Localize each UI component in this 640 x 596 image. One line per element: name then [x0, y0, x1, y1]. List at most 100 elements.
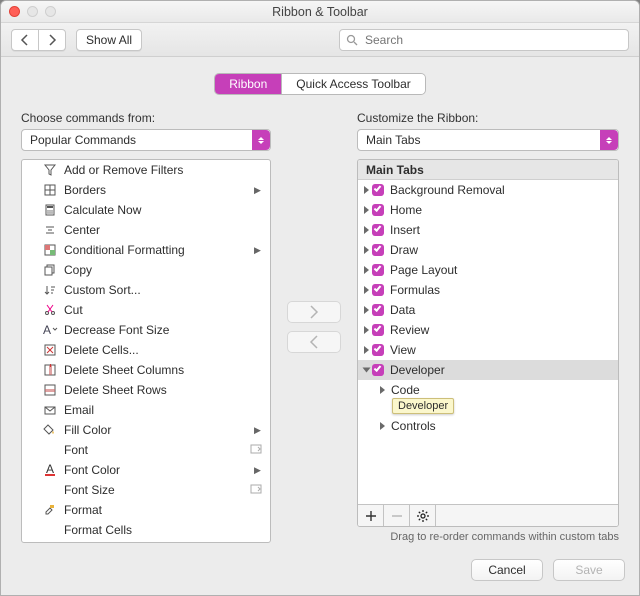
close-window-button[interactable]	[9, 6, 20, 17]
command-label: Format Cells	[64, 523, 270, 537]
tab-visible-checkbox[interactable]	[372, 204, 384, 216]
disclosure-triangle-icon[interactable]	[364, 206, 369, 214]
back-button[interactable]	[11, 29, 39, 51]
command-item[interactable]: Delete Sheet Columns	[22, 360, 270, 380]
tab-visible-checkbox[interactable]	[372, 364, 384, 376]
forward-button[interactable]	[39, 29, 66, 51]
ribbon-tab-label: Formulas	[390, 283, 440, 297]
disclosure-triangle-icon[interactable]	[380, 422, 385, 430]
disclosure-triangle-icon[interactable]	[364, 186, 369, 194]
window-title: Ribbon & Toolbar	[272, 5, 368, 19]
tab-visible-checkbox[interactable]	[372, 324, 384, 336]
tab-quick-access-toolbar[interactable]: Quick Access Toolbar	[281, 74, 425, 94]
ribbon-tab-item[interactable]: Insert	[358, 220, 618, 240]
ribbon-tab-item[interactable]: Home	[358, 200, 618, 220]
save-button[interactable]: Save	[553, 559, 625, 581]
svg-text:A: A	[46, 462, 54, 476]
ribbon-tab-label: Review	[390, 323, 429, 337]
ribbon-tab-item[interactable]: Background Removal	[358, 180, 618, 200]
disclosure-triangle-icon[interactable]	[380, 386, 385, 394]
command-item[interactable]: Conditional Formatting▶	[22, 240, 270, 260]
tab-visible-checkbox[interactable]	[372, 184, 384, 196]
command-label: Format	[64, 503, 270, 517]
ribbon-tree[interactable]: Main Tabs Background RemovalHomeInsertDr…	[357, 159, 619, 527]
ribbon-group-item[interactable]: CodeDeveloper	[358, 380, 618, 400]
command-item[interactable]: Fill Color▶	[22, 420, 270, 440]
remove-tab-button[interactable]	[384, 505, 410, 526]
search-input[interactable]	[363, 32, 622, 48]
segmented-control: Ribbon Quick Access Toolbar	[214, 73, 426, 95]
ribbon-scope-select[interactable]: Main Tabs	[357, 129, 619, 151]
ribbon-tab-item[interactable]: Data	[358, 300, 618, 320]
ribbon-tab-label: Developer	[390, 363, 445, 377]
disclosure-triangle-icon[interactable]	[364, 226, 369, 234]
font-color-icon: A	[42, 462, 58, 478]
del-cols-icon	[42, 362, 58, 378]
ribbon-tab-item[interactable]: Developer	[358, 360, 618, 380]
tab-visible-checkbox[interactable]	[372, 244, 384, 256]
tab-ribbon[interactable]: Ribbon	[215, 74, 281, 94]
none-icon	[42, 522, 58, 538]
minimize-window-button	[27, 6, 38, 17]
command-item[interactable]: ADecrease Font Size	[22, 320, 270, 340]
view-switcher: Ribbon Quick Access Toolbar	[21, 73, 619, 95]
command-item[interactable]: Font Size	[22, 480, 270, 500]
disclosure-triangle-icon[interactable]	[364, 306, 369, 314]
fill-icon	[42, 422, 58, 438]
command-item[interactable]: Email	[22, 400, 270, 420]
command-item[interactable]: Add or Remove Filters	[22, 160, 270, 180]
command-item[interactable]: Font	[22, 440, 270, 460]
tab-visible-checkbox[interactable]	[372, 304, 384, 316]
ribbon-tab-item[interactable]: Formulas	[358, 280, 618, 300]
show-all-button[interactable]: Show All	[76, 29, 142, 51]
disclosure-triangle-icon[interactable]	[364, 246, 369, 254]
remove-command-button[interactable]	[287, 331, 341, 353]
ribbon-tab-item[interactable]: Draw	[358, 240, 618, 260]
command-item[interactable]: Delete Sheet Rows	[22, 380, 270, 400]
settings-button[interactable]	[410, 505, 436, 526]
tab-visible-checkbox[interactable]	[372, 284, 384, 296]
disclosure-triangle-icon[interactable]	[364, 346, 369, 354]
command-label: Font Size	[64, 483, 244, 497]
ribbon-group-item[interactable]: Controls	[358, 416, 618, 436]
ribbon-tab-label: Home	[390, 203, 422, 217]
search-field[interactable]	[339, 29, 629, 51]
command-item[interactable]: Cut	[22, 300, 270, 320]
borders-icon	[42, 182, 58, 198]
commands-list[interactable]: Add or Remove FiltersBorders▶Calculate N…	[21, 159, 271, 543]
command-label: Custom Sort...	[64, 283, 270, 297]
del-rows-icon	[42, 382, 58, 398]
command-item[interactable]: Copy	[22, 260, 270, 280]
command-item[interactable]: Custom Sort...	[22, 280, 270, 300]
tab-visible-checkbox[interactable]	[372, 224, 384, 236]
disclosure-triangle-icon[interactable]	[364, 286, 369, 294]
ribbon-tab-item[interactable]: View	[358, 340, 618, 360]
command-item[interactable]: Delete Cells...	[22, 340, 270, 360]
ribbon-tab-item[interactable]: Page Layout	[358, 260, 618, 280]
command-item[interactable]: Center	[22, 220, 270, 240]
command-label: Cut	[64, 303, 270, 317]
cancel-button[interactable]: Cancel	[471, 559, 543, 581]
tab-visible-checkbox[interactable]	[372, 264, 384, 276]
nav-group	[11, 29, 66, 51]
toolbar: Show All	[1, 23, 639, 57]
disclosure-triangle-icon[interactable]	[364, 326, 369, 334]
stepper-icon	[600, 130, 618, 150]
email-icon	[42, 402, 58, 418]
ribbon-tab-label: Draw	[390, 243, 418, 257]
zoom-window-button	[45, 6, 56, 17]
add-command-button[interactable]	[287, 301, 341, 323]
command-item[interactable]: AFont Color▶	[22, 460, 270, 480]
command-item[interactable]: Format Cells	[22, 520, 270, 540]
ribbon-tab-item[interactable]: Review	[358, 320, 618, 340]
tab-visible-checkbox[interactable]	[372, 344, 384, 356]
add-tab-button[interactable]	[358, 505, 384, 526]
disclosure-triangle-icon[interactable]	[364, 266, 369, 274]
command-item[interactable]: Format	[22, 500, 270, 520]
submenu-arrow-icon: ▶	[254, 465, 264, 476]
command-item[interactable]: Calculate Now	[22, 200, 270, 220]
dialog-actions: Cancel Save	[1, 549, 639, 595]
command-item[interactable]: Borders▶	[22, 180, 270, 200]
disclosure-triangle-icon[interactable]	[363, 368, 371, 373]
commands-source-select[interactable]: Popular Commands	[21, 129, 271, 151]
